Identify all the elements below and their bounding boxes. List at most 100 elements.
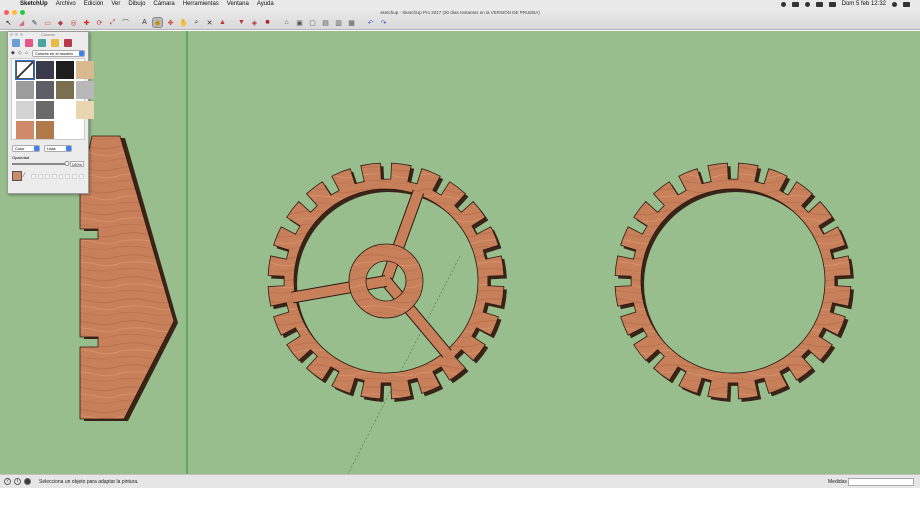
extension-tool[interactable]: ■ <box>263 18 272 27</box>
opacity-value-field[interactable]: 100% <box>70 160 84 167</box>
color-wheel-tab-icon[interactable] <box>12 39 20 47</box>
volume-icon[interactable] <box>815 1 823 7</box>
panel-close-button[interactable] <box>10 33 13 36</box>
home-icon[interactable]: ⌂ <box>25 51 30 56</box>
menu-sketchup[interactable]: SketchUp <box>20 0 48 8</box>
current-color-swatch[interactable] <box>12 171 22 181</box>
info-icon[interactable]: ? <box>4 478 11 485</box>
battery-icon[interactable] <box>791 1 799 7</box>
color-swatch[interactable] <box>76 101 94 119</box>
measurements-field[interactable] <box>848 478 914 486</box>
color-swatch[interactable] <box>36 61 54 79</box>
pan-tool[interactable]: ✋ <box>179 18 188 27</box>
model-scene[interactable] <box>0 31 920 474</box>
color-sliders-tab-icon[interactable] <box>25 39 33 47</box>
menu-ver[interactable]: Ver <box>111 0 120 8</box>
list-view-value: Lista <box>47 146 56 151</box>
move-tool[interactable]: ✚ <box>82 18 91 27</box>
menu-ayuda[interactable]: Ayuda <box>257 0 274 8</box>
share-model-tool[interactable]: ▼ <box>237 18 246 27</box>
color-swatch[interactable] <box>36 121 54 139</box>
crayons-tab-icon[interactable] <box>51 39 59 47</box>
undo-tool[interactable]: ↶ <box>366 18 375 27</box>
color-swatch[interactable] <box>36 101 54 119</box>
offset-tool[interactable]: ◎ <box>69 18 78 27</box>
opacity-slider-thumb[interactable] <box>64 160 70 166</box>
orbit-tool[interactable]: ✥ <box>166 18 175 27</box>
current-color-row: ⁄ <box>8 167 88 185</box>
opacity-slider[interactable] <box>12 160 70 166</box>
forward-icon[interactable]: ◇ <box>18 51 23 56</box>
credits-icon[interactable] <box>24 478 31 485</box>
menu-edicion[interactable]: Edición <box>84 0 104 8</box>
push-pull-tool[interactable]: ◆ <box>56 18 65 27</box>
zoom-tool[interactable]: ⌕ <box>192 18 201 27</box>
menu-archivo[interactable]: Archivo <box>56 0 76 8</box>
color-swatch[interactable] <box>56 101 74 119</box>
color-swatch[interactable] <box>56 61 74 79</box>
line-tool[interactable]: ✎ <box>30 18 39 27</box>
color-swatch[interactable] <box>36 81 54 99</box>
text-tool[interactable]: A <box>140 18 149 27</box>
panel-minimize-button[interactable] <box>15 33 18 36</box>
top-view-tool[interactable]: ▣ <box>295 18 304 27</box>
select-tool[interactable]: ↖ <box>4 18 13 27</box>
menu-herramientas[interactable]: Herramientas <box>183 0 219 8</box>
back-icon[interactable]: ◆ <box>11 51 16 56</box>
warehouse-tool[interactable]: ▲ <box>218 18 227 27</box>
recent-color-slot[interactable] <box>79 173 85 179</box>
color-type-select[interactable]: Color <box>12 145 40 152</box>
keyboard-icon[interactable] <box>828 1 836 7</box>
menubar-clock[interactable]: Dom 5 feb 12:32 <box>842 0 886 8</box>
recent-color-slot[interactable] <box>31 173 37 179</box>
redo-tool[interactable]: ↷ <box>379 18 388 27</box>
menu-dibujo[interactable]: Dibujo <box>128 0 145 8</box>
recent-color-slot[interactable] <box>72 173 78 179</box>
color-swatch[interactable] <box>76 61 94 79</box>
macos-menubar: SketchUp Archivo Edición Ver Dibujo Cáma… <box>0 0 920 8</box>
model-colors-select[interactable]: Colores en el modelo <box>32 50 85 57</box>
side-piece[interactable] <box>79 135 178 421</box>
list-icon[interactable] <box>903 1 910 7</box>
color-swatch[interactable] <box>16 101 34 119</box>
menu-ventana[interactable]: Ventana <box>227 0 249 8</box>
recent-color-slot[interactable] <box>38 173 43 179</box>
color-swatch[interactable] <box>76 81 94 99</box>
scale-tool[interactable]: ⤢ <box>108 18 117 27</box>
tape-measure-tool[interactable]: ⌒ <box>121 18 130 27</box>
recent-color-slot[interactable] <box>44 173 50 179</box>
search-icon[interactable] <box>892 1 897 7</box>
opacity-row: 100% <box>8 160 88 167</box>
apple-menu-icon[interactable] <box>6 1 12 7</box>
paint-bucket-tool[interactable]: ◉ <box>152 17 163 28</box>
iso-view-tool[interactable]: ⌂ <box>282 18 291 27</box>
color-swatch[interactable] <box>15 60 35 80</box>
ring-gear-wheel[interactable] <box>614 162 854 402</box>
rotate-tool[interactable]: ⟳ <box>95 18 104 27</box>
components-tool[interactable]: ◈ <box>250 18 259 27</box>
menu-camara[interactable]: Cámara <box>153 0 174 8</box>
recent-color-slot[interactable] <box>51 173 57 179</box>
materials-tab-icon[interactable] <box>64 39 72 47</box>
zoom-extents-tool[interactable]: ✕ <box>205 18 214 27</box>
wifi-icon[interactable] <box>804 1 810 7</box>
color-swatch[interactable] <box>16 81 34 99</box>
back-view-tool[interactable]: ▥ <box>334 18 343 27</box>
eyedropper-icon[interactable]: ⁄ <box>24 173 30 179</box>
eraser-tool[interactable]: ◢ <box>17 18 26 27</box>
color-swatch[interactable] <box>56 81 74 99</box>
sync-icon[interactable] <box>780 1 786 7</box>
front-view-tool[interactable]: ▢ <box>308 18 317 27</box>
spoked-gear-wheel[interactable] <box>267 162 507 402</box>
left-view-tool[interactable]: ▦ <box>347 18 356 27</box>
geolocation-icon[interactable]: i <box>14 478 21 485</box>
right-view-tool[interactable]: ▤ <box>321 18 330 27</box>
recent-color-slot[interactable] <box>65 173 71 179</box>
rectangle-tool[interactable]: ▭ <box>43 18 52 27</box>
image-palette-tab-icon[interactable] <box>38 39 46 47</box>
color-swatch[interactable] <box>16 121 34 139</box>
panel-zoom-button[interactable] <box>20 33 23 36</box>
recent-color-slot[interactable] <box>58 173 64 179</box>
model-viewport[interactable] <box>0 31 920 474</box>
list-view-select[interactable]: Lista <box>44 145 72 152</box>
